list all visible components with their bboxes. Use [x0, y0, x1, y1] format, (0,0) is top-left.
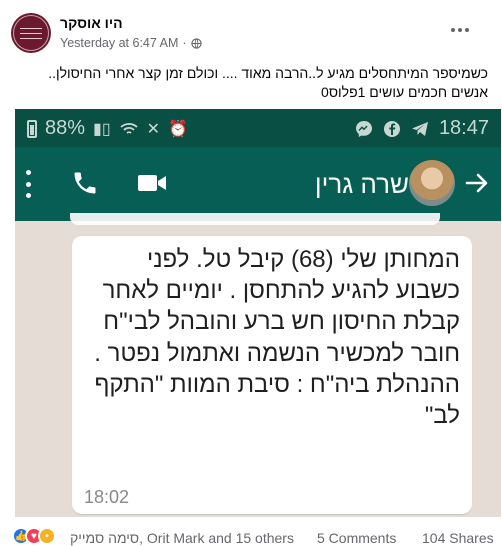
message-time: 18:02	[84, 487, 130, 507]
reaction-icons[interactable]: 👍 ♥ •	[12, 527, 70, 545]
contact-avatar	[409, 160, 455, 206]
message-bubble: המחותן שלי (68) קיבל טל. לפני כשבוע להגי…	[72, 236, 472, 514]
kebab-menu-icon	[25, 170, 31, 198]
author-name[interactable]: היו אוסקר	[60, 15, 123, 31]
sad-icon: •	[38, 527, 56, 545]
call-icon	[74, 172, 96, 194]
chat-header: שרה גרין	[15, 147, 501, 221]
post-header: היו אוסקר Yesterday at 6:47 AM ·	[0, 0, 502, 64]
post-text: כשמיספר המיתחסלים מגיע ל..הרבה מאוד ....…	[48, 65, 488, 100]
shares-count[interactable]: 104 Shares	[422, 530, 494, 546]
post-timestamp[interactable]: Yesterday at 6:47 AM	[60, 36, 178, 50]
signal-icon: ▮▯	[93, 120, 111, 138]
whatsapp-screenshot-image[interactable]: 88% ▮▯ ✕ ⏰ 18:47 שרה גרין המחותן שלי (68…	[15, 109, 501, 517]
previous-message-edge	[70, 213, 440, 225]
engagement-bar: 👍 ♥ • סימה סמייק, Orit Mark and 15 other…	[0, 521, 502, 546]
video-call-icon	[138, 175, 166, 191]
back-arrow-icon	[465, 173, 488, 193]
battery-level: 88%	[45, 117, 86, 139]
message-text: המחותן שלי (68) קיבל טל. לפני כשבוע להגי…	[94, 246, 460, 430]
wifi-icon	[120, 122, 138, 134]
telegram-icon	[411, 121, 428, 136]
status-time: 18:47	[438, 117, 489, 139]
more-horizontal-icon[interactable]	[451, 24, 471, 36]
avatar-logo	[13, 15, 49, 51]
comments-count[interactable]: 5 Comments	[317, 530, 396, 546]
facebook-icon	[383, 120, 400, 137]
contact-name: שרה גרין	[314, 169, 409, 199]
chat-area: המחותן שלי (68) קיבל טל. לפני כשבוע להגי…	[15, 213, 501, 517]
globe-icon[interactable]	[190, 37, 202, 49]
mute-icon: ✕	[146, 120, 161, 138]
reactors-summary[interactable]: סימה סמייק, Orit Mark and 15 others	[70, 530, 294, 546]
battery-icon	[27, 119, 37, 138]
alarm-icon: ⏰	[168, 120, 188, 138]
post-meta: Yesterday at 6:47 AM ·	[60, 36, 202, 50]
meta-separator: ·	[182, 36, 187, 50]
messenger-icon	[355, 120, 372, 137]
phone-status-bar: 88% ▮▯ ✕ ⏰ 18:47	[15, 109, 501, 147]
author-avatar[interactable]	[11, 13, 51, 53]
